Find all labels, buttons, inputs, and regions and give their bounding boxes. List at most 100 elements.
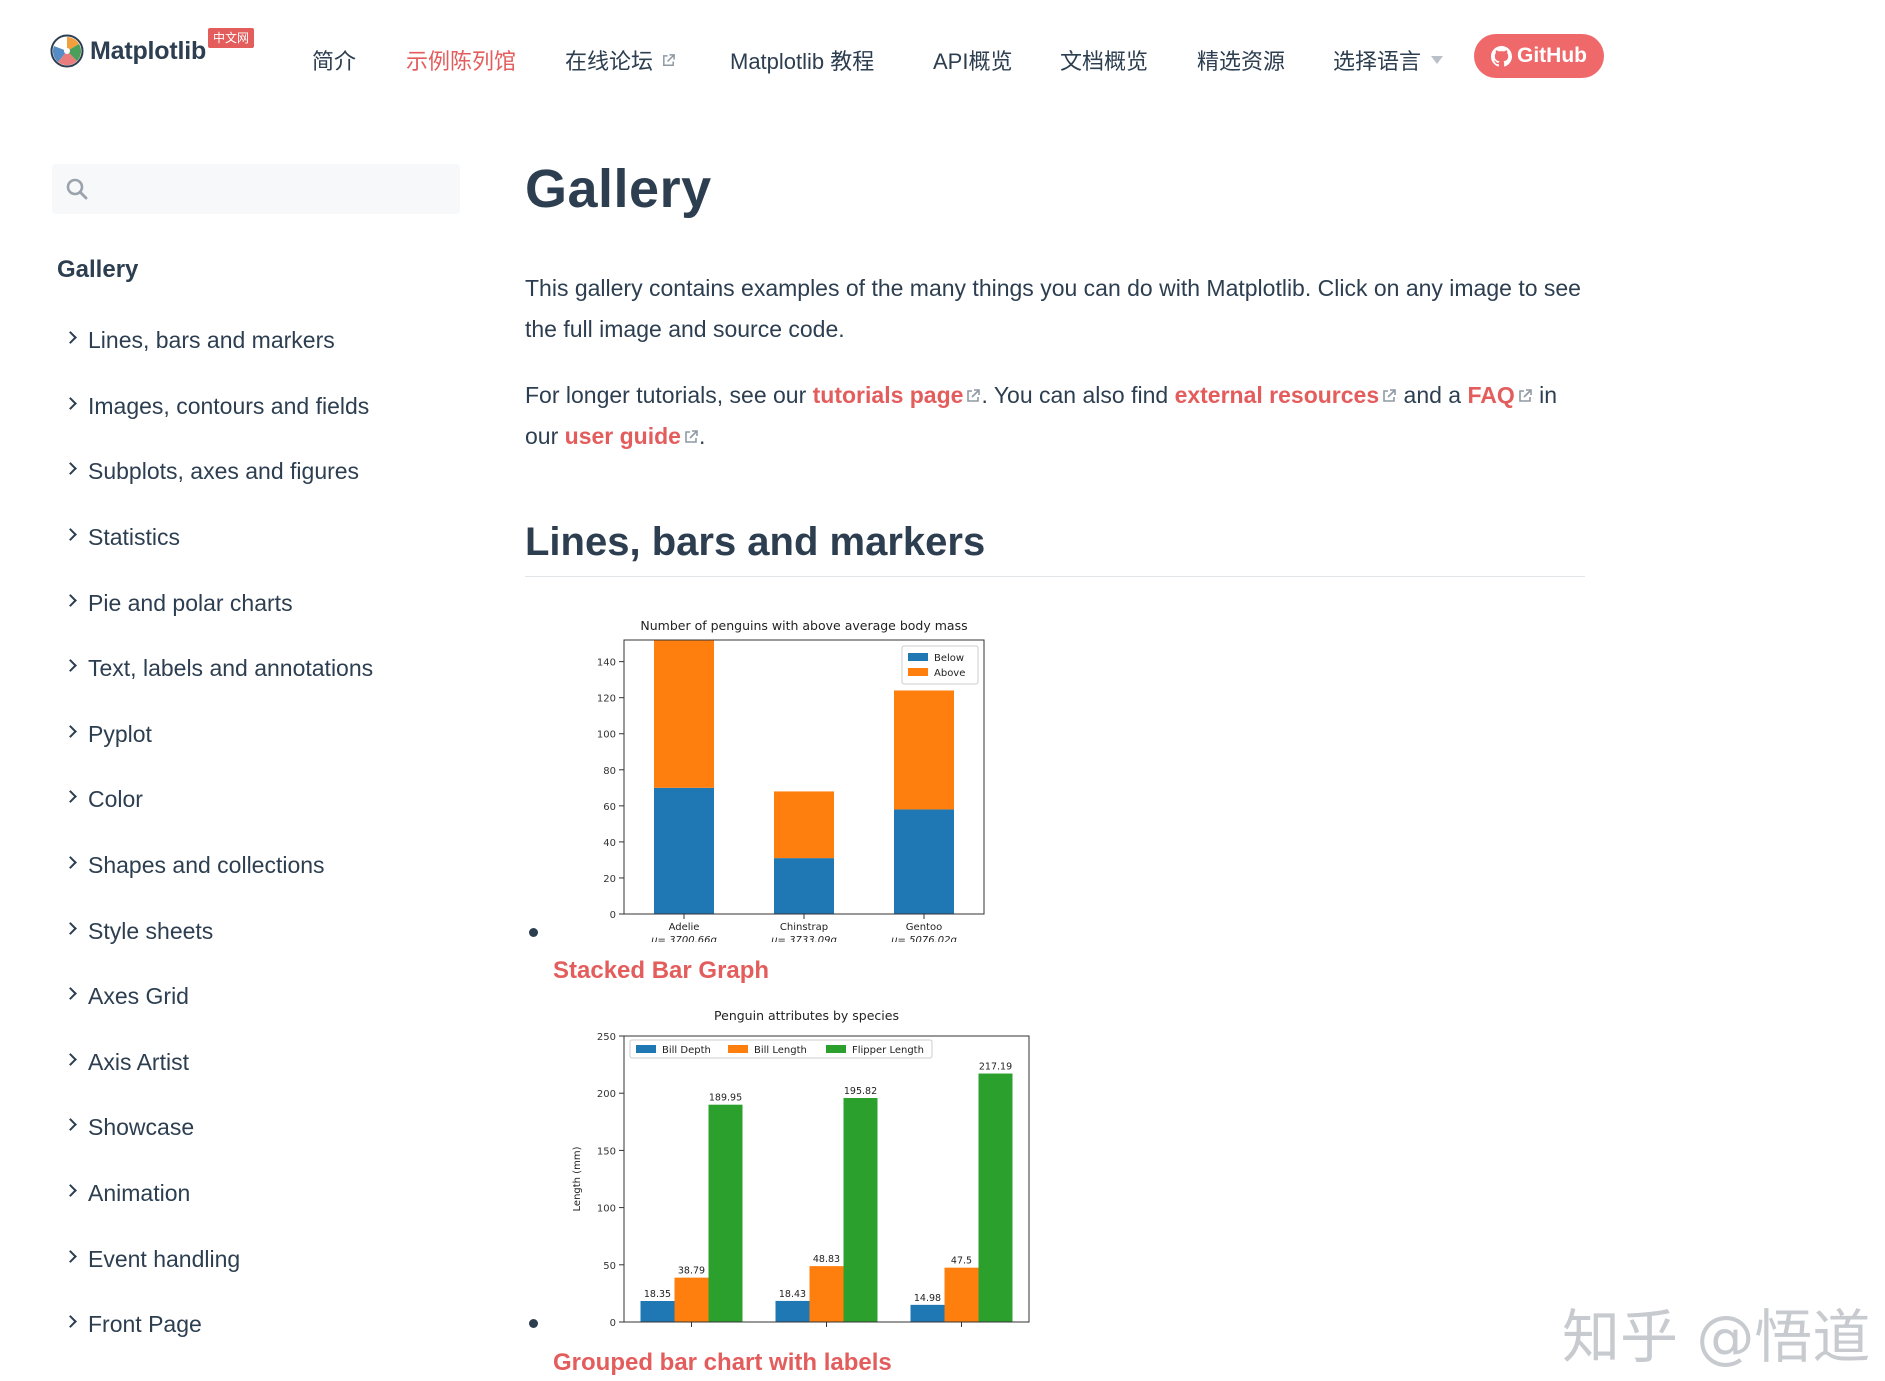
legend-swatch (728, 1045, 748, 1053)
sidebar-item-label: Shapes and collections (88, 852, 325, 879)
legend-label: Flipper Length (852, 1045, 924, 1056)
sidebar-item[interactable]: Text, labels and annotations (64, 636, 374, 702)
sidebar-item[interactable]: Style sheets (64, 898, 373, 964)
sidebar-item-label: Showcase (88, 1114, 195, 1141)
x-tick-sublabel: μ= 3700.66g (650, 935, 717, 942)
nav-item-docs[interactable]: 文档概览 (1060, 44, 1148, 76)
brand-logo-link[interactable]: Matplotlib 中文网 (50, 28, 255, 68)
chevron-right-icon (64, 331, 77, 345)
nav-item-language[interactable]: 选择语言 (1333, 44, 1444, 76)
y-tick-label: 0 (610, 910, 616, 921)
sidebar-item-label: Statistics (88, 524, 181, 551)
bar-data-label: 48.83 (813, 1254, 840, 1265)
legend-label: Below (934, 653, 964, 664)
nav-item-api[interactable]: API概览 (933, 44, 1012, 76)
sidebar-item[interactable]: Miscellaneous (64, 1358, 373, 1381)
external-link-icon (685, 430, 698, 443)
x-tick-sublabel: μ= 3733.09g (770, 935, 837, 942)
chevron-right-icon (64, 987, 77, 1001)
sidebar-item-label: Miscellaneous (88, 1377, 234, 1381)
legend-label: Bill Depth (662, 1045, 711, 1056)
chevron-right-icon (64, 921, 77, 935)
y-tick-label: 80 (603, 766, 616, 777)
sidebar-item[interactable]: Pie and polar charts (64, 570, 373, 636)
sidebar-item[interactable]: Subplots, axes and figures (64, 439, 373, 505)
bar (809, 1266, 844, 1322)
x-tick-sublabel: μ= 5076.02g (890, 935, 957, 942)
sidebar-item[interactable]: Shapes and collections (64, 833, 373, 899)
sidebar-item-label: Color (88, 786, 143, 813)
y-tick-label: 140 (597, 658, 616, 669)
x-tick-label: Chinstrap (780, 922, 828, 933)
grouped-bar-thumbnail[interactable]: Penguin attributes by species 0 50 100 150 20… (560, 990, 1030, 1330)
bar-segment (774, 791, 834, 859)
nav-item-intro[interactable]: 简介 (312, 44, 356, 76)
chart-title: Penguin attributes by species (714, 1008, 899, 1023)
stacked-bar-graph-link[interactable]: Stacked Bar Graph (553, 957, 769, 985)
github-button[interactable]: GitHub (1474, 34, 1604, 78)
chevron-down-icon (1431, 56, 1444, 64)
nav-item-tutorials[interactable]: Matplotlib 教程 (730, 44, 874, 76)
faq-link[interactable]: FAQ (1467, 382, 1532, 408)
sidebar-item[interactable]: Front Page (64, 1292, 373, 1358)
chevron-right-icon (64, 528, 77, 541)
tutorials-page-link[interactable]: tutorials page (813, 382, 982, 408)
bar (944, 1267, 979, 1322)
matplotlib-logo-icon (50, 34, 84, 68)
sidebar-item-label: Front Page (88, 1311, 202, 1338)
bar-data-label: 47.5 (951, 1256, 972, 1267)
y-tick-label: 120 (597, 694, 616, 705)
bar (910, 1304, 945, 1322)
bar (978, 1073, 1013, 1322)
external-link-icon (1518, 389, 1532, 402)
chevron-right-icon (64, 1249, 77, 1263)
sidebar-title: Gallery (57, 256, 139, 283)
bar-segment (654, 787, 714, 914)
y-tick-label: 100 (597, 1204, 616, 1215)
legend-swatch (826, 1045, 846, 1053)
chevron-right-icon (64, 1052, 77, 1066)
sidebar-item-label: Pyplot (88, 720, 152, 747)
chevron-right-icon (64, 724, 77, 738)
sidebar-nav-list: Lines, bars and markers Images, contours … (64, 308, 374, 1381)
bar-data-label: 18.43 (779, 1289, 806, 1300)
sidebar-item[interactable]: Event handling (64, 1226, 373, 1292)
sidebar-item[interactable]: Animation (64, 1161, 373, 1227)
sidebar-item[interactable]: Images, contours and fields (64, 374, 373, 440)
nav-item-resources[interactable]: 精选资源 (1197, 44, 1285, 76)
chevron-right-icon (64, 790, 77, 804)
external-link-icon (663, 53, 675, 66)
github-icon (1491, 45, 1512, 66)
external-resources-link[interactable]: external resources (1175, 382, 1398, 408)
user-guide-link[interactable]: user guide (565, 423, 699, 449)
y-tick-label: 150 (597, 1146, 616, 1157)
y-tick-label: 40 (603, 838, 616, 849)
y-tick-label: 60 (603, 802, 616, 813)
section-title: Lines, bars and markers (525, 520, 986, 564)
sidebar-item-label: Axes Grid (88, 983, 189, 1010)
bar-segment (654, 640, 714, 788)
stacked-bar-thumbnail[interactable]: Number of penguins with above average bo… (560, 612, 990, 942)
bar-data-label: 38.79 (678, 1266, 705, 1277)
legend-swatch (908, 668, 928, 676)
sidebar-item[interactable]: Axes Grid (64, 964, 373, 1030)
bar-data-label: 189.95 (709, 1093, 742, 1104)
search-input[interactable] (100, 169, 440, 209)
bar-data-label: 18.35 (644, 1289, 671, 1300)
page-title: Gallery (525, 159, 712, 219)
chevron-right-icon (64, 659, 77, 673)
grouped-bar-chart-link[interactable]: Grouped bar chart with labels (553, 1349, 892, 1377)
chevron-right-icon (64, 1184, 77, 1197)
sidebar-item-label: Pie and polar charts (88, 589, 293, 616)
sidebar-item-label: Text, labels and annotations (88, 655, 374, 682)
nav-item-forum[interactable]: 在线论坛 (565, 44, 676, 76)
sidebar-item[interactable]: Pyplot (64, 702, 373, 768)
sidebar-item[interactable]: Color (64, 767, 373, 833)
sidebar-item[interactable]: Lines, bars and markers (64, 308, 373, 374)
sidebar-item[interactable]: Showcase (64, 1095, 373, 1161)
tutorials-paragraph: For longer tutorials, see our tutorials … (525, 382, 1558, 449)
bar-data-label: 14.98 (914, 1293, 941, 1304)
nav-item-gallery[interactable]: 示例陈列馆 (406, 44, 516, 76)
sidebar-item[interactable]: Statistics (64, 505, 373, 571)
sidebar-item[interactable]: Axis Artist (64, 1030, 373, 1096)
